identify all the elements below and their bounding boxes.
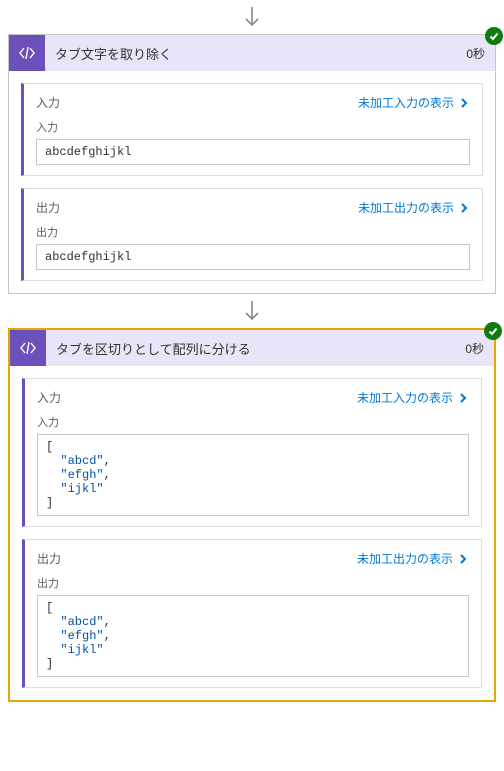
input-field-label: 入力 [37,414,469,430]
output-section: 出力未加工出力の表示出力abcdefghijkl [21,188,483,281]
step-header[interactable]: タブを区切りとして配列に分ける0秒 [10,330,494,366]
compose-icon [9,35,45,71]
flow-connector [0,0,504,34]
flow-connector [0,294,504,328]
chevron-right-icon [458,202,470,214]
input-section: 入力未加工入力の表示入力[ "abcd", "efgh", "ijkl"] [22,378,482,527]
output-header-label: 出力 [36,199,60,216]
show-raw-output-link[interactable]: 未加工出力の表示 [357,550,469,567]
flow-step[interactable]: タブ文字を取り除く0秒入力未加工入力の表示入力abcdefghijkl出力未加工… [8,34,496,294]
value-box: abcdefghijkl [36,139,470,165]
flow-step[interactable]: タブを区切りとして配列に分ける0秒入力未加工入力の表示入力[ "abcd", "… [8,328,496,702]
value-box: [ "abcd", "efgh", "ijkl"] [37,595,469,677]
value-box: [ "abcd", "efgh", "ijkl"] [37,434,469,516]
step-duration: 0秒 [455,340,494,357]
step-title: タブ文字を取り除く [45,44,456,63]
compose-icon [10,330,46,366]
chevron-right-icon [458,97,470,109]
show-raw-input-link[interactable]: 未加工入力の表示 [358,94,470,111]
success-badge [485,27,503,45]
success-badge [484,322,502,340]
output-field-label: 出力 [36,224,470,240]
output-section: 出力未加工出力の表示出力[ "abcd", "efgh", "ijkl"] [22,539,482,688]
arrow-down-icon [243,6,261,28]
input-header-label: 入力 [36,94,60,111]
step-header[interactable]: タブ文字を取り除く0秒 [9,35,495,71]
output-field-label: 出力 [37,575,469,591]
output-header-label: 出力 [37,550,61,567]
chevron-right-icon [457,553,469,565]
input-header-label: 入力 [37,389,61,406]
show-raw-output-link[interactable]: 未加工出力の表示 [358,199,470,216]
input-section: 入力未加工入力の表示入力abcdefghijkl [21,83,483,176]
chevron-right-icon [457,392,469,404]
step-title: タブを区切りとして配列に分ける [46,339,455,358]
step-body: 入力未加工入力の表示入力abcdefghijkl出力未加工出力の表示出力abcd… [9,71,495,293]
value-box: abcdefghijkl [36,244,470,270]
input-field-label: 入力 [36,119,470,135]
show-raw-input-link[interactable]: 未加工入力の表示 [357,389,469,406]
step-duration: 0秒 [456,45,495,62]
step-body: 入力未加工入力の表示入力[ "abcd", "efgh", "ijkl"]出力未… [10,366,494,700]
arrow-down-icon [243,300,261,322]
